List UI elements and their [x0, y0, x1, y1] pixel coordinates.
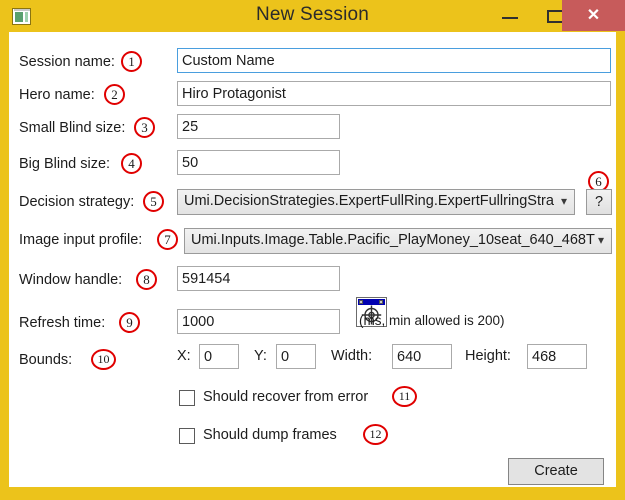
- marker-5: 5: [143, 191, 164, 212]
- label-refresh-time: Refresh time:: [19, 315, 106, 331]
- marker-1: 1: [121, 51, 142, 72]
- should-recover-from-error-label: Should recover from error: [203, 389, 369, 405]
- marker-9: 9: [119, 312, 140, 333]
- big-blind-size-input[interactable]: [177, 150, 340, 175]
- create-button[interactable]: Create: [508, 458, 604, 485]
- image-input-profile-value: Umi.Inputs.Image.Table.Pacific_PlayMoney…: [191, 232, 595, 248]
- refresh-time-hint: (ms, min allowed is 200): [359, 313, 505, 328]
- hero-name-input[interactable]: [177, 81, 611, 106]
- chevron-down-icon: ▾: [560, 194, 567, 208]
- marker-2: 2: [104, 84, 125, 105]
- label-big-blind-size: Big Blind size:: [19, 156, 111, 172]
- label-bounds-height: Height:: [465, 348, 511, 364]
- title-bar: New Session ✕: [0, 0, 625, 32]
- close-button[interactable]: ✕: [562, 0, 625, 31]
- label-decision-strategy: Decision strategy:: [19, 194, 135, 210]
- marker-7: 7: [157, 229, 178, 250]
- should-dump-frames-checkbox[interactable]: [179, 428, 195, 444]
- marker-4: 4: [121, 153, 142, 174]
- marker-10: 10: [91, 349, 116, 370]
- label-window-handle: Window handle:: [19, 272, 123, 288]
- marker-12: 12: [363, 424, 388, 445]
- small-blind-size-input[interactable]: [177, 114, 340, 139]
- label-bounds-y: Y:: [254, 348, 267, 364]
- window-handle-input[interactable]: [177, 266, 340, 291]
- decision-strategy-value: Umi.DecisionStrategies.ExpertFullRing.Ex…: [184, 193, 554, 209]
- marker-8: 8: [136, 269, 157, 290]
- chevron-down-icon: ▾: [597, 233, 604, 247]
- label-bounds: Bounds:: [19, 352, 73, 368]
- bounds-y-input[interactable]: [276, 344, 316, 369]
- bounds-height-input[interactable]: [527, 344, 587, 369]
- dialog-body: Session name: 1 Hero name: 2 Small Blind…: [9, 32, 616, 487]
- new-session-window: New Session ✕ Session name: 1 Hero name:…: [0, 0, 625, 500]
- image-input-profile-combobox[interactable]: Umi.Inputs.Image.Table.Pacific_PlayMoney…: [184, 228, 612, 254]
- should-recover-from-error-checkbox[interactable]: [179, 390, 195, 406]
- should-dump-frames-label: Should dump frames: [203, 427, 337, 443]
- label-bounds-width: Width:: [331, 348, 373, 364]
- close-icon: ✕: [586, 7, 601, 24]
- refresh-time-input[interactable]: [177, 309, 340, 334]
- minimize-icon: [502, 17, 518, 19]
- label-hero-name: Hero name:: [19, 87, 95, 103]
- bounds-width-input[interactable]: [392, 344, 452, 369]
- bounds-x-input[interactable]: [199, 344, 239, 369]
- marker-11: 11: [392, 386, 417, 407]
- minimize-button[interactable]: [487, 0, 533, 31]
- label-session-name: Session name:: [19, 54, 115, 70]
- decision-strategy-combobox[interactable]: Umi.DecisionStrategies.ExpertFullRing.Ex…: [177, 189, 575, 215]
- label-bounds-x: X:: [177, 348, 191, 364]
- label-small-blind-size: Small Blind size:: [19, 120, 126, 136]
- label-image-input-profile: Image input profile:: [19, 232, 143, 248]
- help-button[interactable]: ?: [586, 189, 612, 215]
- marker-3: 3: [134, 117, 155, 138]
- session-name-input[interactable]: [177, 48, 611, 73]
